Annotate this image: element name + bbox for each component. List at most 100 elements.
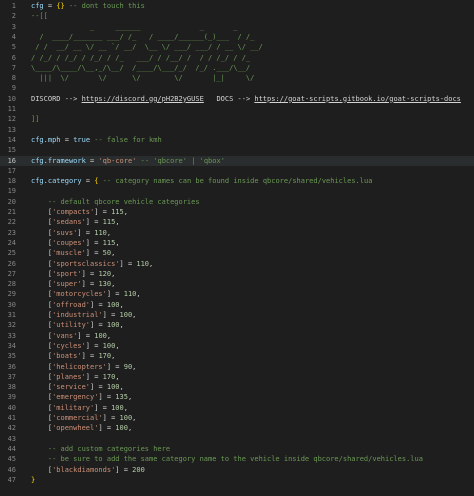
code-token: cfg [31,177,44,186]
code-line[interactable]: 11 [0,104,474,114]
code-line[interactable]: 8 ||| \/ \/ \/ \/ |_| \/ [0,73,474,83]
code-token: / /_/ / /_/ / /_/ / /_ ___/ / /__/ / / /… [31,53,251,62]
code-line[interactable]: 30 ['offroad'] = 100, [0,300,474,310]
code-line[interactable]: 16 cfg.framework = 'qb-core' -- 'qbcore' … [0,155,474,166]
code-line[interactable]: 12]] [0,114,474,124]
code-line[interactable]: 2 --[[ [0,11,474,21]
code-line[interactable]: 38 ['service'] = 100, [0,382,474,392]
url-link[interactable]: https://discord.gg/pH2B2yGUSE [82,95,204,103]
code-token: 100 [106,300,120,309]
line-number: 7 [11,63,16,72]
code-token: [ [31,403,53,412]
line-number: 44 [7,444,16,453]
code-token: ] = [81,269,99,278]
url-link[interactable]: https://goat-scripts.gitbook.io/goat-scr… [254,95,461,103]
code-line[interactable]: 20 -- default qbcore vehicle categories [0,197,474,207]
code-line[interactable]: 47} [0,475,474,485]
code-line[interactable]: 6 / /_/ / /_/ / /_/ / /_ ___/ / /__/ / / … [0,53,474,63]
code-token: 'cycles' [52,341,86,350]
code-editor[interactable]: 1 cfg = {} -- dont touch this 2 --[[3 _ ___… [0,0,474,496]
code-token: [ [31,424,53,433]
code-token: -- false for kmh [90,135,162,144]
code-token: [ [31,249,53,258]
line-number: 40 [7,403,16,412]
code-token: 90 [123,362,133,371]
code-line[interactable]: 19 [0,186,474,196]
line-number: 22 [7,218,16,227]
code-line[interactable]: 33 ['vans'] = 100, [0,331,474,341]
code-token: ] = [102,414,120,422]
code-text: ['utility'] = 100, [31,320,124,330]
code-line[interactable]: 5 / / __/ __ \/ __ `/ __/ \__ \/ ___/ __… [0,42,474,52]
code-line[interactable]: 28 ['super'] = 130, [0,279,474,289]
code-token: , [106,331,112,340]
code-line[interactable]: 25 ['muscle'] = 50, [0,248,474,258]
code-line[interactable]: 21 ['compacts'] = 115, [0,207,474,217]
line-number: 6 [11,53,16,62]
code-line[interactable]: 31 ['industrial'] = 100, [0,310,474,320]
code-line[interactable]: 35 ['boats'] = 170, [0,351,474,361]
code-line[interactable]: 46 ['blackdiamonds'] = 200 [0,465,474,475]
code-line[interactable]: 7 \____/\____/\__,_/\__/ /____/\___/_/ /_… [0,63,474,73]
code-line[interactable]: 9 [0,83,474,93]
line-number: 29 [7,290,16,299]
code-line[interactable]: 22 ['sedans'] = 115, [0,217,474,227]
code-line[interactable]: 24 ['coupes'] = 115, [0,238,474,248]
code-token: 200 [132,465,145,474]
code-token: 'utility' [52,321,91,330]
code-line[interactable]: 32 ['utility'] = 100, [0,320,474,330]
line-number: 10 [7,94,16,103]
code-token: [ [31,300,53,309]
code-line[interactable]: 29 ['motorcycles'] = 110, [0,289,474,299]
code-line[interactable]: 1 cfg = {} -- dont touch this [0,1,474,11]
code-token: 115 [102,218,116,227]
code-line[interactable]: 23 ['suvs'] = 110, [0,228,474,238]
code-token: -- dont touch this [64,2,145,10]
code-line[interactable]: 45 -- be sure to add the same category n… [0,454,474,464]
code-line[interactable]: 17 [0,166,474,176]
code-line[interactable]: 18 cfg.category = { -- category names can… [0,176,474,186]
code-line[interactable]: 27 ['sport'] = 120, [0,269,474,279]
code-line[interactable]: 40 ['military'] = 100, [0,403,474,413]
code-token: -- add custom categories here [31,444,171,453]
code-token: 115 [111,208,124,216]
code-token: -- 'qbcore' | 'qbox' [136,156,225,165]
code-token: \____/\____/\__,_/\__/ /____/\___/_/ /_/… [31,63,251,72]
line-number: 34 [7,341,16,350]
code-token: DISCORD --> [31,94,82,103]
code-line[interactable]: 44 -- add custom categories here [0,444,474,454]
code-token: ] = [81,352,99,361]
code-token: , [111,269,116,278]
code-line[interactable]: 43 [0,434,474,444]
code-token: , [132,362,137,371]
code-token: 'openwheel' [52,424,99,433]
code-line[interactable]: 26 ['sportsclassics'] = 110, [0,259,474,269]
code-token: [ [31,414,53,422]
code-line[interactable]: 37 ['planes'] = 170, [0,372,474,382]
code-token: , [115,372,120,381]
code-line[interactable]: 41 ['commercial'] = 100, [0,413,474,423]
code-line[interactable]: 14 cfg.mph = true -- false for kmh [0,135,474,145]
code-line[interactable]: 10 DISCORD --> https://discord.gg/pH2B2yG… [0,94,474,104]
line-number: 24 [7,238,16,247]
code-line[interactable]: 4 / ____/_______ ___/ /_ / ____/______(_… [0,32,474,42]
code-token: ] = [98,393,116,402]
line-number: 2 [11,12,16,21]
code-line[interactable]: 3 _ ______ _ _ [0,22,474,32]
code-line[interactable]: 13 [0,125,474,135]
code-token: 100 [111,403,124,412]
code-text: ['service'] = 100, [31,382,124,392]
code-line[interactable]: 15 [0,145,474,155]
code-token: , [119,321,124,330]
code-token: ] = [77,331,95,340]
code-token: 'boats' [52,352,82,361]
code-token: 100 [94,331,107,340]
code-token: 'helicopters' [52,362,107,371]
code-line[interactable]: 34 ['cycles'] = 100, [0,341,474,351]
line-number: 41 [7,414,16,422]
code-line[interactable]: 42 ['openwheel'] = 100, [0,423,474,433]
line-number: 28 [7,280,16,289]
code-text: ['offroad'] = 100, [31,300,124,310]
code-line[interactable]: 36 ['helicopters'] = 90, [0,362,474,372]
code-line[interactable]: 39 ['emergency'] = 135, [0,392,474,402]
